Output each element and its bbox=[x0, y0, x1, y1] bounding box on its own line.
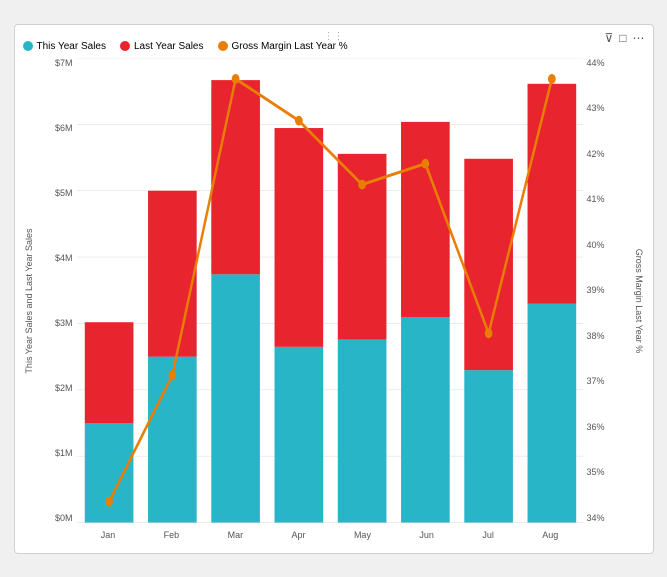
x-tick: Feb bbox=[164, 530, 180, 540]
x-tick: Aug bbox=[542, 530, 558, 540]
x-tick: Jan bbox=[101, 530, 116, 540]
chart-area: This Year Sales and Last Year Sales $7M$… bbox=[23, 58, 645, 545]
filter-icon[interactable]: ⊽ bbox=[604, 31, 613, 45]
x-tick: May bbox=[354, 530, 371, 540]
y-tick-left: $2M bbox=[55, 383, 73, 393]
y-tick-right: 39% bbox=[587, 285, 605, 295]
legend-label: Last Year Sales bbox=[134, 41, 204, 52]
legend-color bbox=[218, 41, 228, 51]
y-tick-right: 34% bbox=[587, 513, 605, 523]
y-tick-left: $7M bbox=[55, 58, 73, 68]
x-tick: Jul bbox=[482, 530, 494, 540]
y-tick-left: $0M bbox=[55, 513, 73, 523]
y-tick-right: 37% bbox=[587, 376, 605, 386]
chart-svg bbox=[77, 58, 583, 525]
y-tick-right: 36% bbox=[587, 422, 605, 432]
y-axis-right-label: Gross Margin Last Year % bbox=[634, 201, 644, 401]
legend-color bbox=[120, 41, 130, 51]
y-tick-right: 38% bbox=[587, 331, 605, 341]
y-tick-left: $3M bbox=[55, 318, 73, 328]
y-tick-left: $4M bbox=[55, 253, 73, 263]
y-tick-right: 35% bbox=[587, 467, 605, 477]
legend: This Year Sales Last Year Sales Gross Marg… bbox=[23, 41, 645, 52]
x-tick: Jun bbox=[419, 530, 434, 540]
expand-icon[interactable]: □ bbox=[619, 31, 626, 45]
y-axis-right: 44% 43% 42% 41% 40% 39% 38% 37% 36% 35% 34% bbox=[583, 58, 633, 545]
legend-item: This Year Sales bbox=[23, 41, 107, 52]
legend-item: Gross Margin Last Year % bbox=[218, 41, 348, 52]
chart-card: ⋮⋮ ⊽ □ ⋯ This Year Sales Last Year Sales G… bbox=[14, 24, 654, 554]
x-axis: Jan Feb Mar Apr May Jun Jul Aug bbox=[77, 525, 583, 545]
legend-color bbox=[23, 41, 33, 51]
y-tick-right: 40% bbox=[587, 240, 605, 250]
x-tick: Apr bbox=[292, 530, 306, 540]
y-axis-left-label: This Year Sales and Last Year Sales bbox=[24, 201, 34, 401]
y-tick-right: 44% bbox=[587, 58, 605, 68]
legend-label: This Year Sales bbox=[37, 41, 107, 52]
drag-handle[interactable]: ⋮⋮ bbox=[324, 31, 344, 42]
y-axis-left: $7M $6M $5M $4M $3M $2M $1M $0M bbox=[35, 58, 77, 545]
chart-middle: Jan Feb Mar Apr May Jun Jul Aug bbox=[77, 58, 583, 545]
more-icon[interactable]: ⋯ bbox=[633, 31, 645, 45]
toolbar: ⊽ □ ⋯ bbox=[604, 31, 644, 45]
y-tick-left: $6M bbox=[55, 123, 73, 133]
y-tick-right: 41% bbox=[587, 194, 605, 204]
y-tick-right: 43% bbox=[587, 103, 605, 113]
bars-area bbox=[77, 58, 583, 525]
y-tick-left: $5M bbox=[55, 188, 73, 198]
y-tick-left: $1M bbox=[55, 448, 73, 458]
x-tick: Mar bbox=[228, 530, 244, 540]
legend-label: Gross Margin Last Year % bbox=[232, 41, 348, 52]
legend-item: Last Year Sales bbox=[120, 41, 204, 52]
y-tick-right: 42% bbox=[587, 149, 605, 159]
